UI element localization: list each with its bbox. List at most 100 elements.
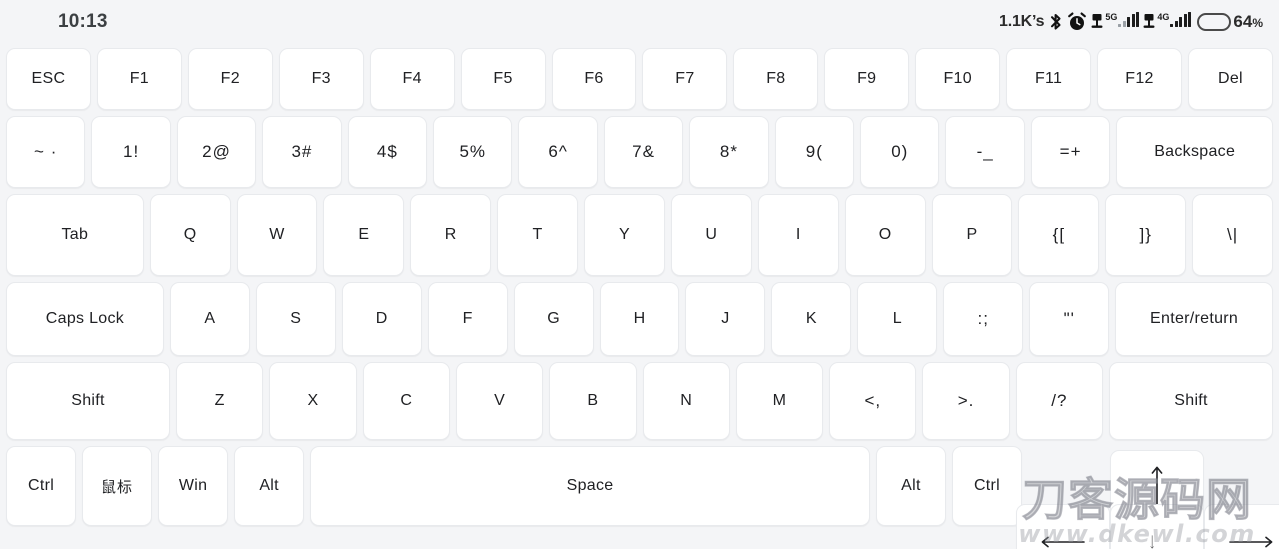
key-slash-label: /?: [1051, 391, 1068, 410]
key-i[interactable]: I: [757, 194, 839, 276]
key-f11[interactable]: F11: [1006, 48, 1092, 110]
key-9-label: 9(: [805, 142, 823, 161]
key-1[interactable]: 1!: [91, 116, 171, 188]
key-semicolon[interactable]: :;: [943, 282, 1024, 356]
key-quote[interactable]: "': [1029, 282, 1110, 356]
status-clock: 10:13: [58, 11, 108, 32]
key-backspace[interactable]: Backspace: [1116, 116, 1274, 188]
sim1-icon: [1090, 12, 1104, 32]
key-7[interactable]: 7&: [603, 116, 684, 188]
key-y[interactable]: Y: [584, 194, 665, 276]
key-b[interactable]: B: [549, 362, 637, 440]
key-a[interactable]: A: [169, 282, 250, 356]
key-f12[interactable]: F12: [1097, 48, 1182, 110]
key-f3[interactable]: F3: [278, 48, 364, 110]
key-l[interactable]: L: [857, 282, 938, 356]
key-5[interactable]: 5%: [433, 116, 513, 188]
key-f1[interactable]: F1: [96, 48, 182, 110]
key-period-label: >.: [957, 391, 975, 410]
bluetooth-icon: [1048, 12, 1064, 32]
key-mouse[interactable]: 鼠标: [82, 446, 153, 526]
key-alt-left[interactable]: Alt: [234, 446, 305, 526]
key-arrow-left[interactable]: [1016, 504, 1111, 549]
key-space[interactable]: Space: [310, 446, 870, 526]
key-v[interactable]: V: [455, 362, 544, 440]
key-f10[interactable]: F10: [915, 48, 1001, 110]
key-f[interactable]: F: [427, 282, 508, 356]
key-h[interactable]: H: [599, 282, 680, 356]
key-esc[interactable]: ESC: [6, 48, 91, 110]
key-arrow-down[interactable]: [1110, 504, 1205, 549]
arrow-key-cluster: [1016, 446, 1279, 549]
key-del[interactable]: Del: [1187, 48, 1273, 110]
key-z[interactable]: Z: [176, 362, 264, 440]
key-d[interactable]: D: [341, 282, 422, 356]
key-t[interactable]: T: [497, 194, 579, 276]
key-m[interactable]: M: [735, 362, 824, 440]
key-backslash[interactable]: \|: [1192, 194, 1274, 276]
key-win[interactable]: Win: [158, 446, 229, 526]
key-shift-right[interactable]: Shift: [1109, 362, 1274, 440]
arrow-left-icon: [1040, 535, 1086, 549]
key-minus[interactable]: -_: [945, 116, 1025, 188]
key-u[interactable]: U: [670, 194, 752, 276]
key-comma-label: <,: [864, 391, 882, 410]
key-tab[interactable]: Tab: [6, 194, 144, 276]
key-alt-right[interactable]: Alt: [875, 446, 946, 526]
key-f5[interactable]: F5: [460, 48, 546, 110]
key-o[interactable]: O: [844, 194, 926, 276]
virtual-keyboard-screen: 10:13 1.1K’s 5G 4G 64% ESC F1 F2 F3 F4 F…: [0, 0, 1279, 549]
key-x[interactable]: X: [269, 362, 357, 440]
key-c[interactable]: C: [362, 362, 450, 440]
key-n[interactable]: N: [642, 362, 730, 440]
key-0[interactable]: 0): [860, 116, 940, 188]
key-4[interactable]: 4$: [347, 116, 428, 188]
key-bracket-left-label: {[: [1052, 225, 1066, 244]
key-2[interactable]: 2@: [176, 116, 257, 188]
key-comma[interactable]: <,: [829, 362, 917, 440]
key-q[interactable]: Q: [149, 194, 231, 276]
key-w[interactable]: W: [236, 194, 318, 276]
key-equals[interactable]: =+: [1030, 116, 1111, 188]
alarm-clock-icon: [1067, 12, 1087, 32]
key-r[interactable]: R: [410, 194, 492, 276]
key-f7[interactable]: F7: [642, 48, 728, 110]
key-f9[interactable]: F9: [824, 48, 910, 110]
key-f8[interactable]: F8: [733, 48, 819, 110]
key-bracket-left[interactable]: {[: [1018, 194, 1100, 276]
keyboard-row-modifier: Ctrl 鼠标 Win Alt Space Alt Ctrl: [6, 446, 1279, 549]
key-f2[interactable]: F2: [187, 48, 273, 110]
key-caps-lock[interactable]: Caps Lock: [6, 282, 164, 356]
key-s[interactable]: S: [255, 282, 336, 356]
key-g[interactable]: G: [513, 282, 594, 356]
key-f4[interactable]: F4: [369, 48, 455, 110]
key-enter[interactable]: Enter/return: [1115, 282, 1274, 356]
key-k[interactable]: K: [771, 282, 852, 356]
key-6[interactable]: 6^: [518, 116, 598, 188]
key-backtick-label: ~ ·: [34, 142, 58, 161]
key-8-label: 8*: [719, 142, 738, 161]
key-slash[interactable]: /?: [1015, 362, 1104, 440]
key-2-label: 2@: [202, 142, 231, 161]
key-bracket-right[interactable]: ]}: [1105, 194, 1187, 276]
keyboard: ESC F1 F2 F3 F4 F5 F6 F7 F8 F9 F10 F11 F…: [0, 44, 1279, 549]
key-0-label: 0): [891, 142, 909, 161]
key-8[interactable]: 8*: [689, 116, 769, 188]
key-3-label: 3#: [291, 142, 313, 161]
key-e[interactable]: E: [323, 194, 405, 276]
key-p[interactable]: P: [931, 194, 1013, 276]
arrow-right-icon: [1228, 535, 1274, 549]
key-j[interactable]: J: [685, 282, 766, 356]
battery-percent-value: 64: [1233, 12, 1253, 31]
key-backslash-label: \|: [1227, 225, 1239, 244]
key-f6[interactable]: F6: [551, 48, 637, 110]
key-backtick[interactable]: ~ ·: [6, 116, 86, 188]
key-shift-left[interactable]: Shift: [6, 362, 171, 440]
key-6-label: 6^: [548, 142, 568, 161]
key-ctrl-right[interactable]: Ctrl: [951, 446, 1023, 526]
key-ctrl-left[interactable]: Ctrl: [6, 446, 77, 526]
key-arrow-right[interactable]: [1204, 504, 1279, 549]
key-9[interactable]: 9(: [774, 116, 855, 188]
key-period[interactable]: >.: [922, 362, 1010, 440]
key-3[interactable]: 3#: [262, 116, 342, 188]
